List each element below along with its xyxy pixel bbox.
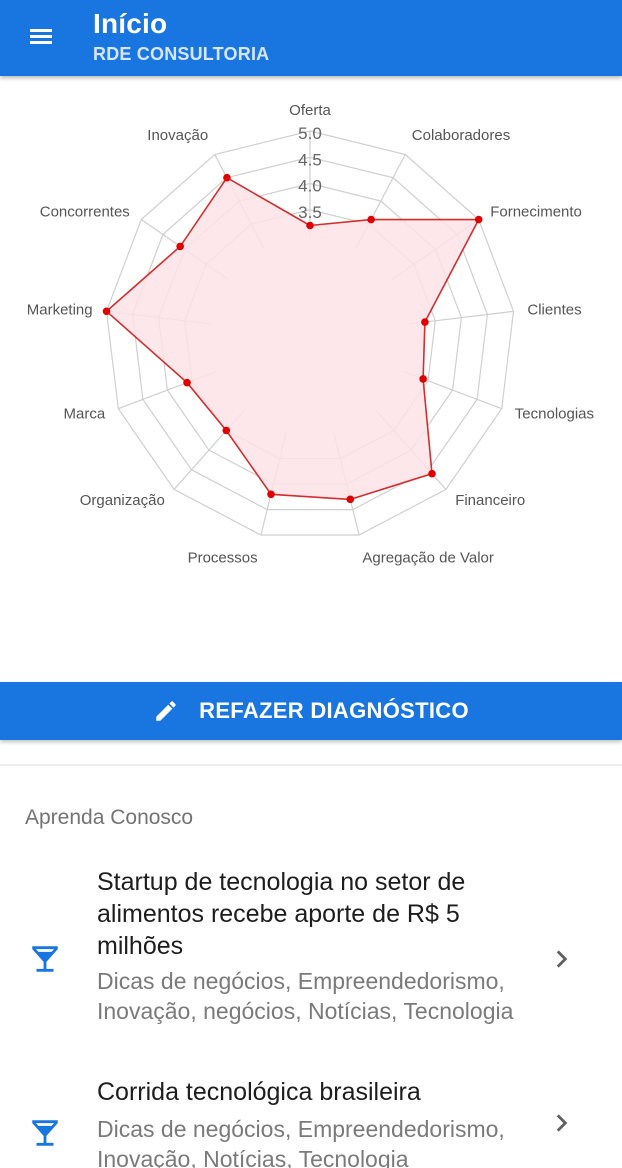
radar-tick-label: 5.0	[298, 124, 322, 143]
radar-data-point	[306, 221, 314, 230]
menu-icon	[30, 29, 52, 44]
radar-tick-label: 3.5	[298, 203, 322, 222]
radar-category-label: Colaboradores	[412, 127, 510, 144]
radar-tick-label: 4.0	[298, 177, 322, 196]
radar-category-label: Processos	[188, 550, 258, 567]
learn-section-title: Aprenda Conosco	[25, 806, 194, 829]
cocktail-glass-icon	[32, 1120, 58, 1146]
radar-series-area	[105, 176, 481, 501]
radar-category-label: Concorrentes	[40, 204, 130, 221]
article-tags: Dicas de negócios, Empreendedorismo, Ino…	[97, 968, 514, 1024]
radar-chart: 3.5 4.0 4.5 5.0 Oferta Colaboradores Fornecime…	[27, 102, 594, 567]
article-item[interactable]: Startup de tecnologia no setor de alimen…	[0, 866, 622, 1056]
radar-category-label: Marketing	[27, 302, 93, 319]
radar-tick-label: 4.5	[298, 150, 322, 169]
radar-data-point	[222, 426, 231, 435]
page-title: Início	[93, 8, 168, 39]
app-bar: Início RDE CONSULTORIA	[0, 0, 622, 76]
radar-category-label: Tecnologias	[515, 406, 594, 423]
radar-data-point	[223, 173, 231, 182]
radar-category-label: Oferta	[289, 102, 331, 119]
cocktail-glass-icon	[32, 946, 58, 972]
pencil-icon	[156, 701, 176, 721]
radar-data-point	[474, 215, 483, 224]
radar-category-label: Clientes	[527, 302, 581, 319]
chevron-right-icon	[556, 950, 568, 968]
radar-category-label: Financeiro	[455, 492, 525, 509]
chevron-right-icon	[556, 1114, 568, 1132]
radar-category-label: Organização	[80, 492, 165, 509]
radar-data-point	[346, 495, 355, 504]
redo-diagnosis-label: REFAZER DIAGNÓSTICO	[199, 698, 469, 723]
article-title: Corrida tecnológica brasileira	[97, 1078, 421, 1106]
radar-category-label: Inovação	[147, 127, 208, 144]
article-tags: Dicas de negócios, Empreendedorismo, Ino…	[97, 1116, 505, 1168]
menu-button[interactable]	[26, 24, 66, 54]
article-title: Startup de tecnologia no setor de alimen…	[97, 868, 466, 960]
radar-category-label: Marca	[64, 406, 106, 423]
radar-category-label: Agregação de Valor	[362, 550, 493, 567]
radar-data-point	[183, 378, 191, 387]
learn-section: Aprenda Conosco Startup de tecnologia no…	[0, 764, 622, 1168]
radar-category-label: Fornecimento	[490, 204, 582, 221]
radar-data-point	[176, 242, 184, 251]
radar-data-point	[428, 469, 436, 478]
company-name: RDE CONSULTORIA	[93, 44, 270, 64]
radar-data-point	[367, 215, 375, 224]
radar-data-point	[421, 318, 429, 326]
radar-data-point	[102, 307, 111, 316]
radar-data-point	[419, 375, 427, 383]
redo-diagnosis-button[interactable]: REFAZER DIAGNÓSTICO	[0, 682, 622, 740]
radar-data-point	[267, 490, 275, 499]
article-item[interactable]: Corrida tecnológica brasileira Dicas de …	[0, 1076, 622, 1168]
